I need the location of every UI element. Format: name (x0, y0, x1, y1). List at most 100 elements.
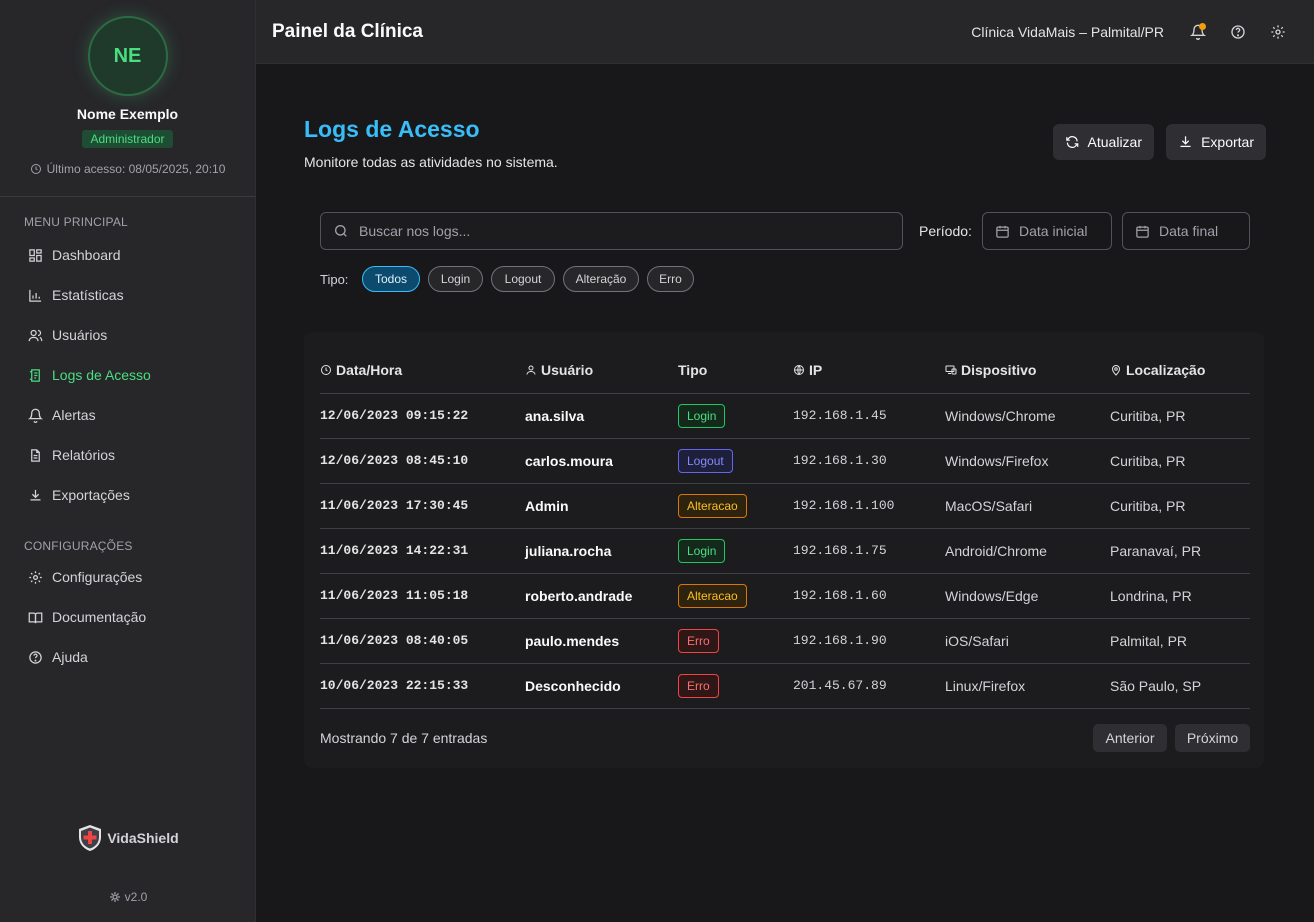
col-label: Usuário (541, 362, 594, 379)
date-end-field[interactable]: Data final (1122, 212, 1250, 250)
notifications-button[interactable] (1178, 12, 1218, 52)
clock-icon (321, 365, 331, 376)
config-menu: Configurações Documentação Ajuda (0, 557, 255, 677)
calendar-icon (996, 225, 1009, 238)
cell-datetime: 12/06/2023 08:45:10 (320, 438, 525, 484)
cell-device: Windows/Firefox (945, 438, 1110, 484)
main-menu: Dashboard Estatísticas Usuários Logs de … (0, 235, 255, 515)
version-text: v2.0 (124, 890, 148, 904)
type-badge: Login (678, 403, 726, 428)
col-ip[interactable]: IP (793, 348, 945, 394)
col-location[interactable]: Localização (1110, 348, 1250, 394)
page-title: Logs de Acesso (304, 116, 480, 142)
globe-icon (794, 365, 804, 376)
sidebar-item-estatisticas[interactable]: Estatísticas (0, 275, 255, 315)
version: v2.0 (0, 890, 256, 904)
user-icon (526, 365, 536, 375)
col-user[interactable]: Usuário (525, 348, 678, 394)
main-menu-title: MENU PRINCIPAL (24, 215, 128, 229)
cell-datetime: 11/06/2023 14:22:31 (320, 528, 525, 574)
book-icon (28, 612, 43, 623)
date-end-label: Data final (1159, 223, 1219, 239)
map-pin-icon (1111, 365, 1121, 376)
header-actions: Clínica VidaMais – Palmital/PR (971, 12, 1298, 52)
avatar: NE (87, 16, 168, 96)
sidebar-item-exportacoes[interactable]: Exportações (0, 475, 255, 515)
shield-icon (79, 825, 102, 851)
cell-ip: 201.45.67.89 (793, 663, 945, 709)
export-button[interactable]: Exportar (1166, 124, 1266, 160)
sidebar-item-label: Dashboard (52, 247, 121, 263)
type-badge: Erro (678, 628, 719, 653)
sidebar-item-relatorios[interactable]: Relatórios (0, 435, 255, 475)
header-title: Painel da Clínica (272, 20, 423, 42)
settings-button[interactable] (1258, 12, 1298, 52)
search-box (320, 212, 903, 250)
refresh-button[interactable]: Atualizar (1053, 124, 1154, 160)
cell-user: Admin (525, 483, 678, 529)
download-icon (1180, 136, 1191, 148)
config-menu-title: CONFIGURAÇÕES (24, 539, 133, 553)
cell-ip: 192.168.1.90 (793, 618, 945, 664)
col-label: Localização (1126, 362, 1206, 379)
sidebar-item-logs-de-acesso[interactable]: Logs de Acesso (0, 355, 255, 395)
type-chip-login[interactable]: Login (428, 266, 483, 292)
sidebar-item-usuarios[interactable]: Usuários (0, 315, 255, 355)
table-row[interactable]: 11/06/2023 08:40:05 paulo.mendes Erro 19… (320, 618, 1250, 664)
cell-type: Erro (678, 618, 793, 664)
clinic-name: Clínica VidaMais – Palmital/PR (971, 23, 1164, 40)
date-start-field[interactable]: Data inicial (982, 212, 1112, 250)
cell-type: Erro (678, 663, 793, 709)
help-button[interactable] (1218, 12, 1258, 52)
next-page-button[interactable]: Próximo (1175, 724, 1250, 752)
table-row[interactable]: 10/06/2023 22:15:33 Desconhecido Erro 20… (320, 663, 1250, 709)
profile-panel: NE Nome Exemplo Administrador Último ace… (0, 0, 255, 197)
type-chip-alteracao[interactable]: Alteração (563, 266, 639, 292)
refresh-icon (1066, 136, 1079, 148)
role-badge: Administrador (82, 130, 173, 148)
cell-device: MacOS/Safari (945, 483, 1110, 529)
devices-icon (945, 365, 957, 375)
sidebar-item-documentacao[interactable]: Documentação (0, 597, 255, 637)
cell-user: ana.silva (525, 393, 678, 439)
type-badge: Logout (678, 448, 733, 473)
cell-user: Desconhecido (525, 663, 678, 709)
type-chip-erro[interactable]: Erro (647, 266, 694, 292)
sidebar-item-label: Configurações (52, 569, 143, 585)
col-label: Dispositivo (961, 362, 1037, 379)
sidebar-item-dashboard[interactable]: Dashboard (0, 235, 255, 275)
notification-dot (1199, 22, 1206, 30)
brand-name: VidaShield (107, 830, 179, 846)
cell-location: Curitiba, PR (1110, 483, 1250, 529)
gear-icon (29, 570, 42, 584)
bell-icon (28, 408, 43, 423)
table-row[interactable]: 11/06/2023 14:22:31 juliana.rocha Login … (320, 528, 1250, 574)
cell-datetime: 11/06/2023 17:30:45 (320, 483, 525, 529)
type-chip-todos[interactable]: Todos (362, 266, 420, 292)
sidebar-item-label: Documentação (52, 609, 147, 625)
period-label: Período: (919, 223, 972, 239)
col-datetime[interactable]: Data/Hora (320, 348, 525, 394)
gear-icon (1271, 24, 1285, 39)
table-row[interactable]: 12/06/2023 09:15:22 ana.silva Login 192.… (320, 393, 1250, 439)
help-icon (29, 650, 42, 664)
sidebar-item-label: Logs de Acesso (52, 367, 151, 383)
table-row[interactable]: 11/06/2023 17:30:45 Admin Alteracao 192.… (320, 483, 1250, 529)
dashboard-icon (29, 248, 42, 262)
col-type[interactable]: Tipo (678, 348, 793, 394)
cell-datetime: 11/06/2023 11:05:18 (320, 573, 525, 619)
col-device[interactable]: Dispositivo (945, 348, 1110, 394)
table-row[interactable]: 12/06/2023 08:45:10 carlos.moura Logout … (320, 438, 1250, 484)
cell-device: Linux/Firefox (945, 663, 1110, 709)
table-row[interactable]: 11/06/2023 11:05:18 roberto.andrade Alte… (320, 573, 1250, 619)
search-input[interactable] (359, 223, 879, 239)
sidebar-item-configuracoes[interactable]: Configurações (0, 557, 255, 597)
prev-page-button[interactable]: Anterior (1093, 724, 1167, 752)
sidebar-item-ajuda[interactable]: Ajuda (0, 637, 255, 677)
page-subtitle: Monitore todas as atividades no sistema. (304, 154, 558, 170)
sidebar-item-alertas[interactable]: Alertas (0, 395, 255, 435)
type-chip-logout[interactable]: Logout (491, 266, 555, 292)
cell-type: Alteracao (678, 573, 793, 619)
col-label: IP (809, 362, 823, 379)
cell-user: juliana.rocha (525, 528, 678, 574)
